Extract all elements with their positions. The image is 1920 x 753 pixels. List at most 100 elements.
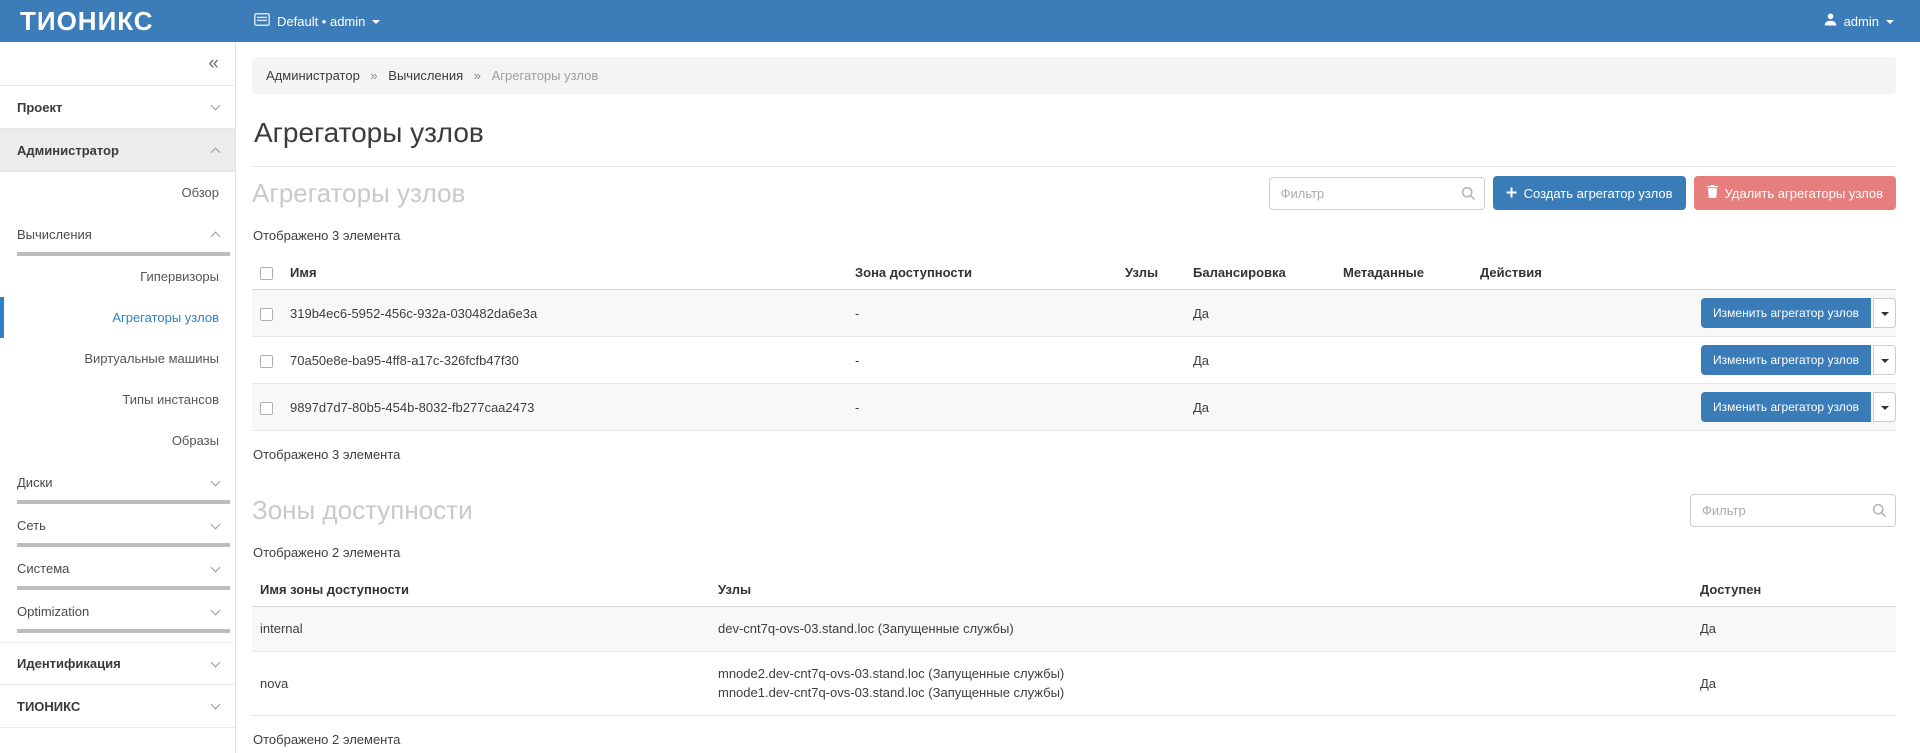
aggregate-row: 319b4ec6-5952-456c-932a-030482da6e3a - Д… [252, 290, 1896, 337]
app-window: ТИОНИКС Default • admin admin « Проект А… [0, 0, 1920, 753]
chevron-down-icon [211, 657, 221, 667]
sidebar-item-system[interactable]: Система [0, 547, 235, 576]
aggregates-filter [1269, 177, 1485, 210]
cell-zone: - [847, 290, 1117, 337]
sidebar-item-compute[interactable]: Вычисления [0, 213, 235, 242]
aggregates-count: Отображено 3 элемента [253, 228, 1896, 243]
row-checkbox[interactable] [260, 402, 273, 415]
edit-aggregate-button[interactable]: Изменить агрегатор узлов [1701, 345, 1871, 375]
aggregates-filter-input[interactable] [1269, 177, 1485, 210]
cell-zone-nodes: mnode2.dev-cnt7q-ovs-03.stand.loc (Запущ… [710, 651, 1692, 715]
zones-filter-input[interactable] [1690, 494, 1896, 527]
col-header-metadata[interactable]: Метаданные [1335, 256, 1472, 290]
col-header-zone-available[interactable]: Доступен [1692, 573, 1896, 607]
sidebar-item-hypervisors[interactable]: Гипервизоры [0, 256, 235, 297]
divider [252, 166, 1896, 167]
sidebar-item-instances[interactable]: Виртуальные машины [0, 338, 235, 379]
sidebar-item-tionix[interactable]: ТИОНИКС [0, 685, 235, 728]
delete-aggregates-label: Удалить агрегаторы узлов [1725, 186, 1883, 201]
create-aggregate-button[interactable]: Создать агрегатор узлов [1493, 176, 1686, 210]
sidebar-collapse-row: « [0, 42, 235, 86]
sidebar-item-flavors[interactable]: Типы инстансов [0, 379, 235, 420]
sidebar-item-label: Сеть [17, 518, 46, 533]
cell-zone-available: Да [1692, 607, 1896, 652]
create-aggregate-label: Создать агрегатор узлов [1524, 186, 1673, 201]
zones-table: Имя зоны доступности Узлы Доступен inter… [252, 573, 1896, 716]
zones-header-row: Имя зоны доступности Узлы Доступен [252, 573, 1896, 607]
domain-project-menu[interactable]: Default • admin [236, 13, 380, 29]
chevron-down-icon [211, 605, 221, 615]
sidebar-item-label: ТИОНИКС [17, 699, 80, 714]
cell-nodes [1117, 384, 1185, 431]
sidebar-item-label: Администратор [17, 143, 119, 158]
category-underline [17, 629, 230, 633]
sidebar-item-images[interactable]: Образы [0, 420, 235, 461]
user-menu[interactable]: admin [1824, 13, 1894, 29]
row-checkbox[interactable] [260, 308, 273, 321]
zones-section-header: Зоны доступности [252, 490, 1896, 530]
sidebar-item-label: Диски [17, 475, 53, 490]
cell-zone-available: Да [1692, 651, 1896, 715]
caret-down-icon [1881, 312, 1889, 316]
cell-zone-nodes: dev-cnt7q-ovs-03.stand.loc (Запущенные с… [710, 607, 1692, 652]
cell-zone: - [847, 337, 1117, 384]
caret-down-icon [1881, 359, 1889, 363]
delete-aggregates-button[interactable]: Удалить агрегаторы узлов [1694, 176, 1896, 210]
plus-icon [1506, 186, 1517, 201]
trash-icon [1707, 185, 1718, 201]
aggregates-controls: Создать агрегатор узлов Удалить агрегато… [1269, 176, 1896, 210]
sidebar-item-overview[interactable]: Обзор [0, 172, 235, 213]
sidebar-item-admin[interactable]: Администратор [0, 129, 235, 172]
sidebar-item-label: Идентификация [17, 656, 121, 671]
sidebar-item-disks[interactable]: Диски [0, 461, 235, 490]
caret-down-icon [1881, 406, 1889, 410]
sidebar-item-network[interactable]: Сеть [0, 504, 235, 533]
row-actions-dropdown-toggle[interactable] [1873, 298, 1896, 328]
chevron-down-icon [211, 476, 221, 486]
col-header-nodes[interactable]: Узлы [1117, 256, 1185, 290]
chevron-down-icon [211, 101, 221, 111]
col-header-zone-name[interactable]: Имя зоны доступности [252, 573, 710, 607]
cell-balancing: Да [1185, 384, 1335, 431]
col-header-actions: Действия [1472, 256, 1896, 290]
cell-metadata [1335, 337, 1472, 384]
sidebar-item-optimization[interactable]: Optimization [0, 590, 235, 619]
zones-filter [1690, 494, 1896, 527]
context-label: Default • admin [277, 14, 365, 29]
cell-balancing: Да [1185, 337, 1335, 384]
caret-down-icon [1886, 20, 1894, 24]
col-header-zone[interactable]: Зона доступности [847, 256, 1117, 290]
breadcrumb-item: Вычисления [388, 68, 463, 83]
col-header-balancing[interactable]: Балансировка [1185, 256, 1335, 290]
col-header-zone-nodes[interactable]: Узлы [710, 573, 1692, 607]
chevron-down-icon [211, 519, 221, 529]
main-content: Администратор » Вычисления » Агрегаторы … [236, 42, 1920, 753]
user-name: admin [1844, 14, 1879, 29]
row-actions-dropdown-toggle[interactable] [1873, 345, 1896, 375]
breadcrumb-item: Администратор [266, 68, 360, 83]
cell-metadata [1335, 290, 1472, 337]
sidebar-item-project[interactable]: Проект [0, 86, 235, 129]
sidebar-item-identity[interactable]: Идентификация [0, 642, 235, 685]
edit-aggregate-button[interactable]: Изменить агрегатор узлов [1701, 298, 1871, 328]
user-icon [1824, 13, 1837, 29]
aggregates-header-row: Имя Зона доступности Узлы Балансировка М… [252, 256, 1896, 290]
breadcrumb-separator: » [370, 68, 377, 83]
row-checkbox[interactable] [260, 355, 273, 368]
node-entry: mnode1.dev-cnt7q-ovs-03.stand.loc (Запущ… [718, 683, 1684, 703]
brand-logo[interactable]: ТИОНИКС [0, 0, 236, 42]
sidebar-collapse-button[interactable]: « [208, 54, 219, 73]
cell-zone: - [847, 384, 1117, 431]
search-icon [1461, 186, 1476, 204]
col-header-name[interactable]: Имя [282, 256, 847, 290]
search-icon [1872, 503, 1887, 521]
aggregate-row: 70a50e8e-ba95-4ff8-a17c-326fcfb47f30 - Д… [252, 337, 1896, 384]
select-all-checkbox[interactable] [260, 267, 273, 280]
edit-aggregate-button[interactable]: Изменить агрегатор узлов [1701, 392, 1871, 422]
aggregate-row: 9897d7d7-80b5-454b-8032-fb277caa2473 - Д… [252, 384, 1896, 431]
zone-row: nova mnode2.dev-cnt7q-ovs-03.stand.loc (… [252, 651, 1896, 715]
chevron-down-icon [211, 562, 221, 572]
row-actions-dropdown-toggle[interactable] [1873, 392, 1896, 422]
caret-down-icon [372, 20, 380, 24]
sidebar-item-host-aggregates[interactable]: Агрегаторы узлов [0, 297, 235, 338]
